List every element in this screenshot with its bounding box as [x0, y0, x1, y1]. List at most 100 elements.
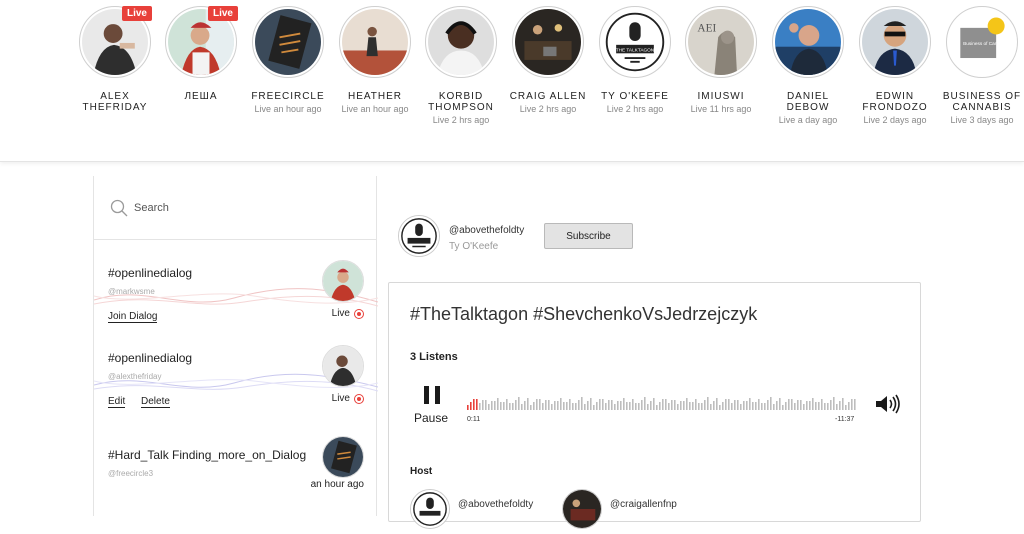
pause-label: Pause: [414, 411, 449, 425]
waveform-bar: [695, 399, 697, 410]
story-name: ЛЕША: [184, 91, 218, 102]
story-ty-okeefe[interactable]: THE TALKTAGON TY O'KEEFE Live 2 hrs ago: [587, 6, 683, 114]
waveform-bar: [788, 399, 790, 410]
story-ring: [772, 6, 844, 78]
story-ring: Live: [79, 6, 152, 78]
avatar: [562, 489, 602, 529]
waveform-bar: [494, 401, 496, 410]
story-business-of-cannabis[interactable]: Business of Cannabis BUSINESS OF CANNABI…: [934, 6, 1024, 125]
waveform-bar: [482, 400, 484, 410]
waveform-bar: [785, 402, 787, 410]
dialog-title: #openlinedialog: [108, 266, 193, 280]
waveform-bar: [524, 401, 526, 410]
waveform-bar: [680, 401, 682, 410]
dialog-actions: Join Dialog: [108, 311, 170, 323]
waveform-bar: [485, 400, 487, 410]
waveform-bar: [557, 401, 559, 410]
avatar: [322, 436, 364, 478]
waveform-bar: [731, 403, 733, 410]
avatar: [862, 9, 928, 75]
waveform-bar: [611, 400, 613, 410]
host-item[interactable]: @craigallenfnp: [562, 489, 677, 529]
waveform-bar: [665, 399, 667, 410]
dialog-handle: @freecircle3: [108, 469, 154, 478]
waveform-bar: [824, 403, 826, 410]
owner-handle[interactable]: @abovethefoldty: [449, 225, 524, 236]
story-craig-allen[interactable]: CRAIG ALLEN Live 2 hrs ago: [500, 6, 596, 114]
story-freecircle[interactable]: FREECIRCLE Live an hour ago: [240, 6, 336, 114]
audio-waveform-scrubber[interactable]: [467, 396, 857, 410]
waveform-bar: [515, 400, 517, 410]
story-daniel-debow[interactable]: DANIEL DEBOW Live a day ago: [760, 6, 856, 125]
waveform-bar: [845, 405, 847, 410]
waveform-bar: [821, 399, 823, 410]
dialog-item[interactable]: #openlinedialog @markwsme Join Dialog Li…: [94, 260, 378, 352]
story-ring: [425, 6, 497, 78]
live-record-icon: [354, 393, 364, 404]
story-ring: [339, 6, 411, 78]
story-name: DANIEL DEBOW: [786, 91, 830, 113]
story-name: TY O'KEEFE: [601, 91, 669, 102]
waveform-bar: [539, 399, 541, 410]
story-alex-thefriday[interactable]: Live ALEX THEFRIDAY: [67, 6, 163, 113]
dialog-title: #openlinedialog: [108, 351, 193, 365]
waveform-bar: [566, 402, 568, 410]
story-status: Live an hour ago: [341, 104, 409, 114]
waveform-bar: [686, 398, 688, 410]
story-lesha[interactable]: Live ЛЕША: [153, 6, 249, 102]
waveform-bar: [743, 401, 745, 410]
waveform-bar: [737, 400, 739, 410]
story-ring: THE TALKTAGON: [599, 6, 671, 78]
waveform-bar: [725, 399, 727, 410]
waveform-bar: [542, 403, 544, 410]
waveform-bar: [803, 404, 805, 410]
waveform-bar: [518, 397, 520, 410]
waveform-bar: [740, 404, 742, 410]
story-edwin-frondozo[interactable]: EDWIN FRONDOZO Live 2 days ago: [847, 6, 943, 125]
delete-link[interactable]: Delete: [141, 396, 170, 408]
owner-avatar[interactable]: [398, 215, 440, 257]
waveform-bar: [779, 398, 781, 410]
listens-count: 3 Listens: [410, 351, 458, 363]
waveform-bar: [599, 399, 601, 410]
waveform-bar: [809, 401, 811, 410]
waveform-bar: [572, 403, 574, 410]
waveform-bar: [827, 403, 829, 410]
waveform-bar: [632, 399, 634, 410]
waveform-bar: [536, 399, 538, 410]
dialog-item[interactable]: #Hard_Talk Finding_more_on_Dialog @freec…: [94, 436, 378, 534]
story-korbid-thompson[interactable]: KORBID THOMPSON Live 2 hrs ago: [413, 6, 509, 125]
waveform-bar: [668, 403, 670, 410]
dialog-item[interactable]: #openlinedialog @alexthefriday Edit Dele…: [94, 345, 378, 437]
waveform-bar: [614, 404, 616, 410]
story-name: HEATHER: [347, 91, 403, 102]
last-live-status: an hour ago: [310, 479, 364, 490]
waveform-bar: [839, 401, 841, 410]
story-ring: Business of Cannabis: [946, 6, 1018, 78]
waveform-bar: [551, 404, 553, 410]
waveform-bar: [587, 401, 589, 410]
waveform-bar: [716, 398, 718, 410]
waveform-bar: [569, 399, 571, 410]
waveform-bar: [590, 398, 592, 410]
story-heather[interactable]: HEATHER Live an hour ago: [327, 6, 423, 114]
story-status: Live 2 hrs ago: [606, 104, 664, 114]
waveform-bar: [671, 400, 673, 410]
time-remaining: -11:37: [835, 416, 855, 423]
host-item[interactable]: @abovethefoldty: [410, 489, 533, 529]
search-input[interactable]: [134, 198, 334, 218]
waveform-bar: [473, 399, 475, 410]
story-imiuswi[interactable]: AEI IMIUSWI Live 11 hrs ago: [673, 6, 769, 114]
avatar: [342, 9, 408, 75]
avatar: [255, 9, 321, 75]
volume-icon[interactable]: [875, 394, 902, 414]
join-dialog-link[interactable]: Join Dialog: [108, 311, 158, 323]
waveform-bar: [701, 403, 703, 410]
dialog-list-panel: #openlinedialog @markwsme Join Dialog Li…: [93, 176, 378, 516]
story-status: Live a day ago: [778, 115, 838, 125]
subscribe-button[interactable]: Subscribe: [544, 223, 633, 249]
edit-link[interactable]: Edit: [108, 396, 126, 408]
story-status: Live 2 hrs ago: [519, 104, 577, 114]
avatar: AEI: [688, 9, 754, 75]
waveform-bar: [512, 403, 514, 410]
